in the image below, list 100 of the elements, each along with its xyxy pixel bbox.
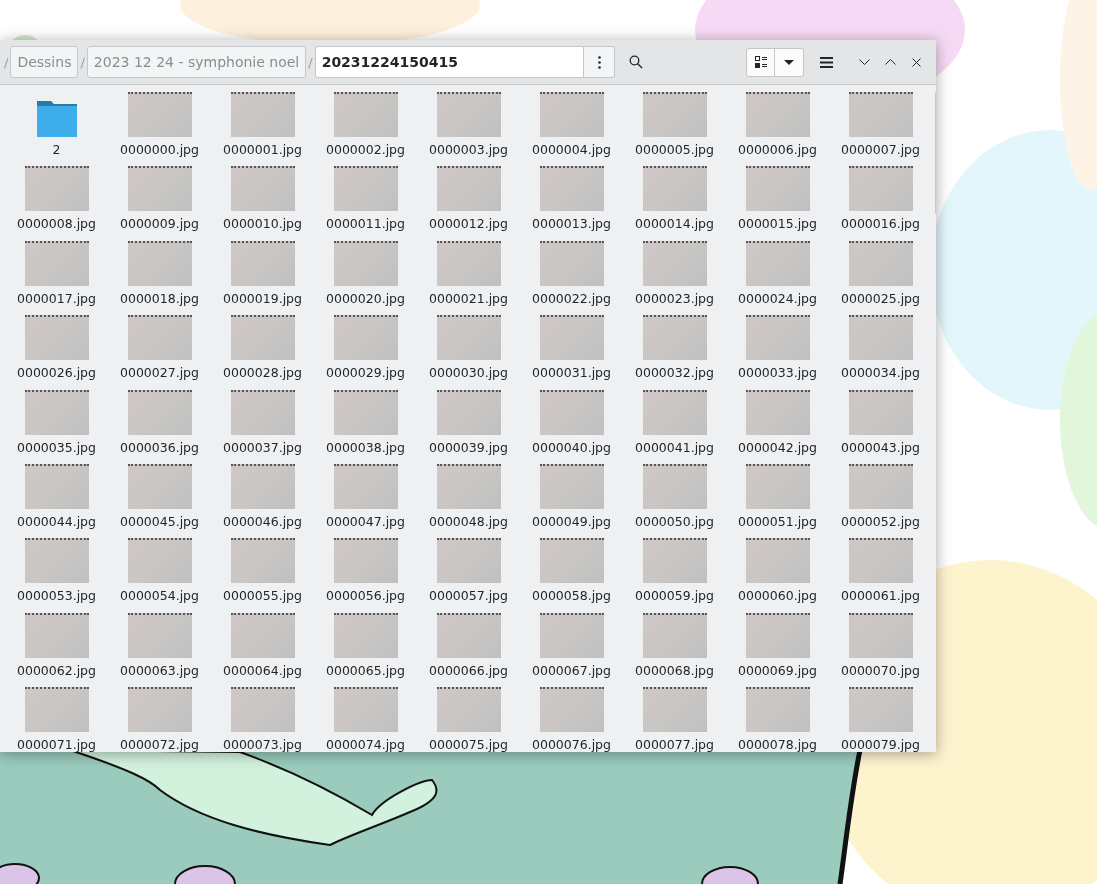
file-name[interactable]: 0000037.jpg [223, 439, 302, 455]
file-name[interactable]: 0000060.jpg [738, 588, 817, 604]
file-name[interactable]: 0000030.jpg [429, 365, 508, 381]
file-name[interactable]: 0000031.jpg [532, 365, 611, 381]
thumbnail-photo [745, 240, 810, 286]
file-name[interactable]: 0000008.jpg [17, 216, 96, 232]
file-name[interactable]: 0000051.jpg [738, 513, 817, 529]
thumbnail-photo [745, 612, 810, 658]
file-name[interactable]: 0000027.jpg [120, 365, 199, 381]
file-name[interactable]: 0000055.jpg [223, 588, 302, 604]
file-name[interactable]: 0000005.jpg [635, 142, 714, 157]
file-name[interactable]: 0000012.jpg [429, 216, 508, 232]
file-name[interactable]: 0000068.jpg [635, 662, 714, 678]
file-name[interactable]: 0000026.jpg [17, 365, 96, 381]
thumbnail-photo [539, 166, 604, 212]
file-name[interactable]: 0000047.jpg [326, 513, 405, 529]
file-name[interactable]: 0000054.jpg [120, 588, 199, 604]
thumbnail-photo [333, 92, 398, 137]
file-name[interactable]: 0000064.jpg [223, 662, 302, 678]
file-name[interactable]: 0000058.jpg [532, 588, 611, 604]
thumbnail-photo [127, 92, 192, 137]
file-name[interactable]: 0000019.jpg [223, 290, 302, 306]
file-name[interactable]: 0000069.jpg [738, 662, 817, 678]
file-name[interactable]: 0000056.jpg [326, 588, 405, 604]
file-name[interactable]: 0000067.jpg [532, 662, 611, 678]
file-name[interactable]: 0000078.jpg [738, 737, 817, 752]
breadcrumb-button[interactable]: 20231224150415 [314, 46, 584, 78]
file-name[interactable]: 0000039.jpg [429, 439, 508, 455]
file-name[interactable]: 0000042.jpg [738, 439, 817, 455]
file-name[interactable]: 0000022.jpg [532, 290, 611, 306]
file-name[interactable]: 0000001.jpg [223, 142, 302, 157]
file-name[interactable]: 0000072.jpg [120, 737, 199, 752]
thumbnail-photo [230, 315, 295, 361]
file-name[interactable]: 0000025.jpg [841, 290, 920, 306]
menu-icon [819, 56, 833, 68]
file-name[interactable]: 0000057.jpg [429, 588, 508, 604]
file-name[interactable]: 0000079.jpg [841, 737, 920, 752]
file-name[interactable]: 0000002.jpg [326, 142, 405, 157]
file-name[interactable]: 0000010.jpg [223, 216, 302, 232]
thumbnail-photo [333, 612, 398, 658]
file-name[interactable]: 0000000.jpg [120, 142, 199, 157]
file-name[interactable]: 0000044.jpg [17, 513, 96, 529]
file-name[interactable]: 0000009.jpg [120, 216, 199, 232]
file-name[interactable]: 0000033.jpg [738, 365, 817, 381]
file-name[interactable]: 0000003.jpg [429, 142, 508, 157]
thumbnail-photo [539, 463, 604, 509]
file-name[interactable]: 0000015.jpg [738, 216, 817, 232]
file-name[interactable]: 0000075.jpg [429, 737, 508, 752]
file-name[interactable]: 0000065.jpg [326, 662, 405, 678]
file-name[interactable]: 0000029.jpg [326, 365, 405, 381]
file-name[interactable]: 0000034.jpg [841, 365, 920, 381]
file-name[interactable]: 0000021.jpg [429, 290, 508, 306]
file-name[interactable]: 0000052.jpg [841, 513, 920, 529]
file-name[interactable]: 0000049.jpg [532, 513, 611, 529]
file-name[interactable]: 0000038.jpg [326, 439, 405, 455]
file-name[interactable]: 0000040.jpg [532, 439, 611, 455]
file-name[interactable]: 0000017.jpg [17, 290, 96, 306]
file-name[interactable]: 0000053.jpg [17, 588, 96, 604]
file-name[interactable]: 0000014.jpg [635, 216, 714, 232]
file-name[interactable]: 0000004.jpg [532, 142, 611, 157]
file-name[interactable]: 0000024.jpg [738, 290, 817, 306]
file-name[interactable]: 0000013.jpg [532, 216, 611, 232]
file-name[interactable]: 0000071.jpg [17, 737, 96, 752]
view-dropdown-button[interactable] [775, 47, 804, 77]
file-name[interactable]: 0000016.jpg [841, 216, 920, 232]
file-name[interactable]: 0000062.jpg [17, 662, 96, 678]
file-name[interactable]: 0000070.jpg [841, 662, 920, 678]
file-name[interactable]: 0000050.jpg [635, 513, 714, 529]
file-name[interactable]: 0000059.jpg [635, 588, 714, 604]
file-name[interactable]: 0000006.jpg [738, 142, 817, 157]
thumbnail-photo [333, 240, 398, 286]
kebab-icon [597, 55, 601, 69]
file-name[interactable]: 0000041.jpg [635, 439, 714, 455]
file-name[interactable]: 0000045.jpg [120, 513, 199, 529]
file-name[interactable]: 0000007.jpg [841, 142, 920, 157]
thumbnail-photo [745, 389, 810, 435]
file-name[interactable]: 0000035.jpg [17, 439, 96, 455]
file-name[interactable]: 0000046.jpg [223, 513, 302, 529]
file-name[interactable]: 0000028.jpg [223, 365, 302, 381]
file-name[interactable]: 0000023.jpg [635, 290, 714, 306]
file-name[interactable]: 0000077.jpg [635, 737, 714, 752]
thumbnail-photo [436, 315, 501, 361]
file-name[interactable]: 0000018.jpg [120, 290, 199, 306]
file-name[interactable]: 0000074.jpg [326, 737, 405, 752]
file-name[interactable]: 0000020.jpg [326, 290, 405, 306]
thumbnail-photo [333, 538, 398, 584]
file-name[interactable]: 0000011.jpg [326, 216, 405, 232]
file-name[interactable]: 0000066.jpg [429, 662, 508, 678]
thumbnail-photo [642, 463, 707, 509]
file-name[interactable]: 0000061.jpg [841, 588, 920, 604]
file-name[interactable]: 0000063.jpg [120, 662, 199, 678]
view-mode-button[interactable] [746, 47, 775, 77]
file-name[interactable]: 0000032.jpg [635, 365, 714, 381]
file-name[interactable]: 0000036.jpg [120, 439, 199, 455]
file-name[interactable]: 0000048.jpg [429, 513, 508, 529]
file-name[interactable]: 0000043.jpg [841, 439, 920, 455]
file-name[interactable]: 0000076.jpg [532, 737, 611, 752]
thumbnail-photo [230, 92, 295, 137]
file-name[interactable]: 0000073.jpg [223, 737, 302, 752]
file-name[interactable]: 2 [52, 142, 61, 157]
